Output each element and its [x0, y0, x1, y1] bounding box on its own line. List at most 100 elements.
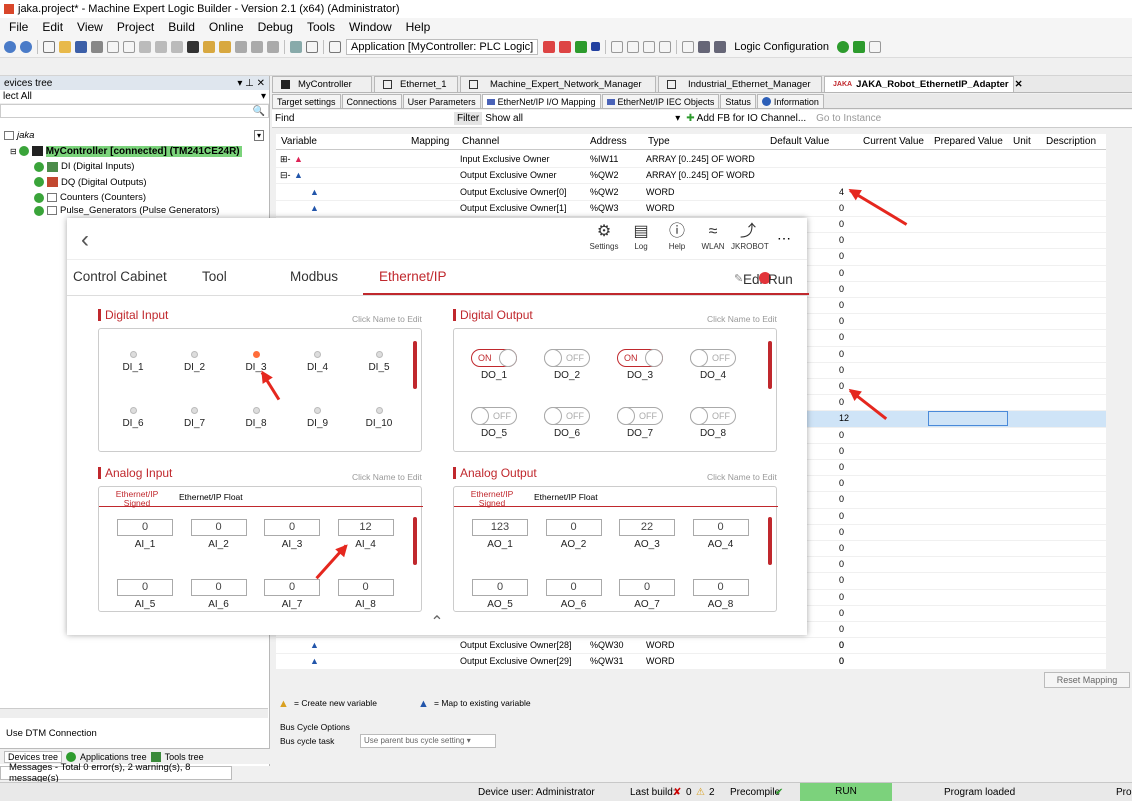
menu-build[interactable]: Build	[161, 20, 202, 34]
analog-input-item[interactable]: 0 AI_7	[264, 579, 320, 610]
analog-output-value-field[interactable]: 0	[472, 579, 528, 596]
analog-output-value-field[interactable]: 0	[692, 519, 749, 536]
analog-output-item[interactable]: 0 AO_6	[545, 579, 602, 610]
expand-icon[interactable]: ⊞-	[280, 154, 291, 165]
table-row[interactable]: ▲ Output Exclusive Owner[29] %QW31 WORD …	[276, 654, 1106, 669]
robot-button[interactable]: ⤴ JKROBOT	[731, 222, 769, 251]
tree-controller[interactable]: ⊟ MyController [connected] (TM241CE24R)	[0, 144, 268, 160]
analog-output-value-field[interactable]: 0	[545, 519, 602, 536]
col-description[interactable]: Description	[1046, 136, 1096, 147]
menu-project[interactable]: Project	[110, 20, 161, 34]
col-type[interactable]: Type	[648, 136, 670, 147]
tab-status[interactable]: Status	[720, 94, 756, 108]
tab-information[interactable]: Information	[756, 94, 824, 108]
menu-window[interactable]: Window	[342, 20, 399, 34]
log-button[interactable]: ▤ Log	[624, 222, 658, 251]
arrow-icon[interactable]	[682, 40, 695, 53]
tab-connections[interactable]: Connections	[341, 94, 402, 108]
analog-output-item[interactable]: 0 AO_2	[545, 519, 602, 550]
close-icon[interactable]: ✕	[1015, 79, 1023, 90]
table-row[interactable]: ⊟- ▲ Output Exclusive Owner %QW2 ARRAY [0…	[276, 168, 1106, 185]
menu-help[interactable]: Help	[399, 20, 438, 34]
tools-icon[interactable]	[869, 40, 881, 53]
tab-ethernet-1[interactable]: Ethernet_1	[374, 76, 458, 92]
menu-debug[interactable]: Debug	[251, 20, 300, 34]
more-icon[interactable]: ⋯	[777, 230, 791, 247]
calc-icon[interactable]	[329, 40, 341, 53]
devices-search[interactable]: 🔍	[0, 104, 269, 118]
scroll-indicator[interactable]	[768, 517, 772, 565]
copy-icon[interactable]	[155, 40, 167, 53]
digital-output-item[interactable]: OFF DO_7	[614, 407, 666, 439]
back-arrow-icon[interactable]: ‹	[81, 226, 89, 254]
step-out-icon[interactable]	[643, 40, 656, 53]
analog-output-item[interactable]: 0 AO_7	[619, 579, 675, 610]
dropdown-icon[interactable]: ▾	[675, 113, 680, 124]
digital-output-item[interactable]: OFF DO_6	[541, 407, 593, 439]
tab-devices-tree[interactable]: Devices tree	[4, 750, 63, 763]
bus-task-select[interactable]: Use parent bus cycle setting ▾	[360, 734, 496, 748]
digital-output-item[interactable]: OFF DO_8	[687, 407, 739, 439]
digital-input-item[interactable]: DI_1	[113, 351, 153, 373]
digital-input-item[interactable]: DI_9	[298, 407, 338, 429]
tab-applications-tree[interactable]: Applications tree	[80, 752, 147, 762]
find-icon[interactable]	[203, 40, 215, 53]
tree-item[interactable]: Pulse_Generators (Pulse Generators)	[0, 205, 268, 216]
analog-output-item[interactable]: 0 AO_5	[472, 579, 528, 610]
col-address[interactable]: Address	[590, 136, 627, 147]
scroll-up-icon[interactable]: ▾	[253, 130, 264, 142]
save-icon[interactable]	[75, 40, 87, 53]
tab-float[interactable]: Ethernet/IP Float	[534, 493, 598, 502]
search-icon[interactable]: 🔍	[253, 106, 265, 117]
analog-output-value-field[interactable]: 0	[619, 579, 675, 596]
analog-input-value-field[interactable]: 12	[337, 519, 394, 536]
goto-instance-button[interactable]: Go to Instance	[816, 113, 881, 124]
toggle-switch[interactable]: OFF	[471, 407, 517, 425]
tab-control-cabinet[interactable]: Control Cabinet	[73, 269, 167, 284]
analog-input-value-field[interactable]: 0	[190, 519, 247, 536]
menu-online[interactable]: Online	[202, 20, 251, 34]
play-icon[interactable]	[575, 40, 588, 53]
analog-input-value-field[interactable]: 0	[264, 519, 320, 536]
digital-input-item[interactable]: DI_7	[175, 407, 215, 429]
col-prepared[interactable]: Prepared Value	[934, 136, 1003, 147]
open-icon[interactable]	[59, 40, 71, 53]
analog-output-value-field[interactable]: 123	[472, 519, 528, 536]
delete-icon[interactable]	[187, 40, 199, 53]
tab-modbus[interactable]: Modbus	[290, 269, 338, 284]
collapse-icon[interactable]: ⊟-	[280, 170, 291, 181]
col-channel[interactable]: Channel	[462, 136, 499, 147]
tab-tool[interactable]: Tool	[202, 269, 227, 284]
toggle-switch[interactable]: OFF	[690, 407, 736, 425]
scroll-indicator[interactable]	[413, 341, 417, 389]
tree-item[interactable]: DI (Digital Inputs)	[0, 159, 268, 175]
tree-root[interactable]: jaka ▾	[0, 128, 268, 144]
tab-user-parameters[interactable]: User Parameters	[402, 94, 481, 108]
config-icon[interactable]	[714, 40, 727, 53]
digital-input-item[interactable]: DI_8	[236, 407, 276, 429]
step-over-icon[interactable]	[611, 40, 624, 53]
expand-icon[interactable]: ⊟	[10, 147, 17, 156]
wlan-button[interactable]: ≈ WLAN	[696, 222, 730, 251]
tab-tools-tree[interactable]: Tools tree	[165, 752, 204, 762]
login-icon[interactable]	[543, 40, 556, 53]
dropdown-icon[interactable]: ▾	[261, 91, 266, 102]
toggle-switch[interactable]: OFF	[544, 407, 590, 425]
bookmark-next-icon[interactable]	[251, 40, 263, 53]
col-current[interactable]: Current Value	[863, 136, 924, 147]
replace-icon[interactable]	[219, 40, 231, 53]
col-mapping[interactable]: Mapping	[411, 136, 449, 147]
undo-icon[interactable]	[107, 40, 119, 53]
scroll-indicator[interactable]	[768, 341, 772, 389]
tree-item[interactable]: Counters (Counters)	[0, 190, 268, 206]
digital-input-item[interactable]: DI_3	[236, 351, 276, 373]
digital-input-item[interactable]: DI_6	[113, 407, 153, 429]
digital-output-item[interactable]: OFF DO_2	[541, 349, 593, 381]
analog-input-item[interactable]: 0 AI_3	[264, 519, 320, 550]
tab-iec-objects[interactable]: EtherNet/IP IEC Objects	[601, 94, 720, 108]
analog-input-value-field[interactable]: 0	[117, 579, 173, 596]
digital-output-item[interactable]: OFF DO_5	[468, 407, 520, 439]
prepared-value-cell[interactable]	[928, 411, 1008, 427]
tab-target-settings[interactable]: Target settings	[272, 94, 341, 108]
bookmark-icon[interactable]	[235, 40, 247, 53]
